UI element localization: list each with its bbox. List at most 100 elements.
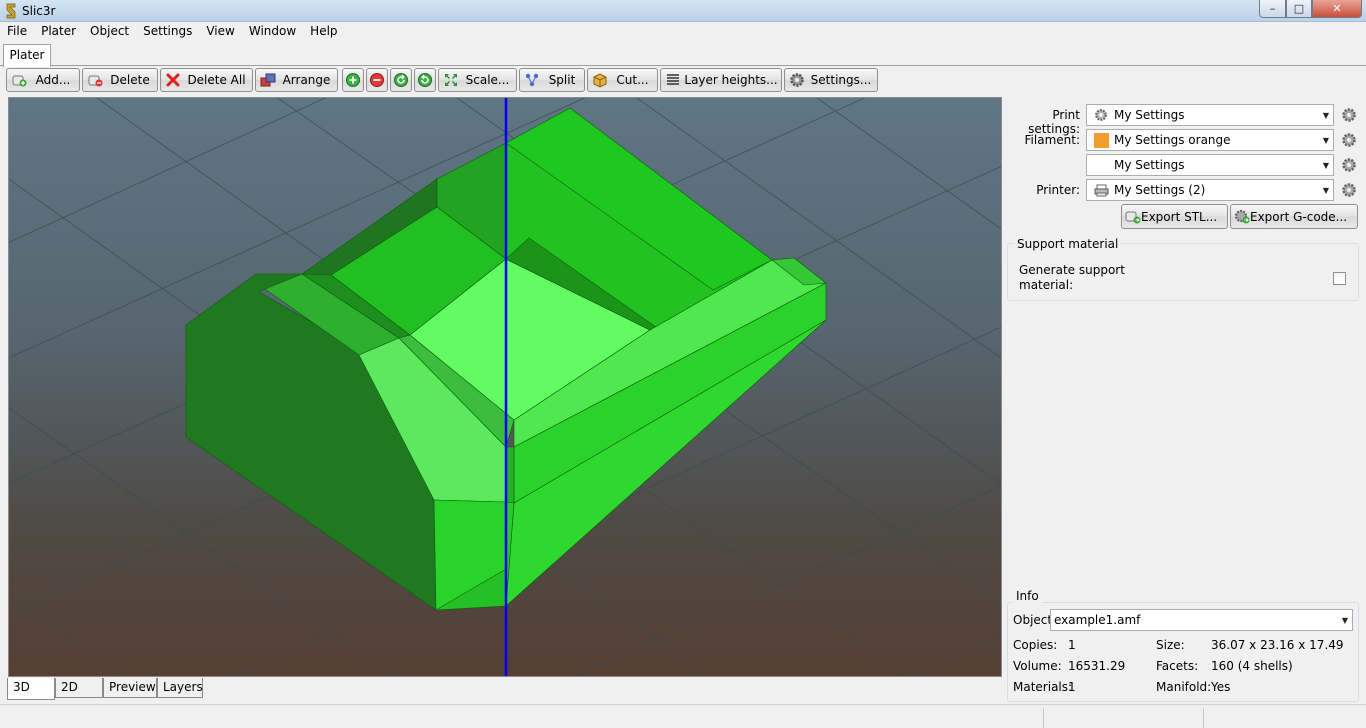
arrange-icon xyxy=(260,72,276,88)
scale-arrows-icon xyxy=(443,72,459,88)
delete-label: Delete xyxy=(110,73,150,87)
rotate-left-icon xyxy=(394,73,408,87)
rotate-ccw-button[interactable] xyxy=(390,68,412,92)
object-settings-label: Settings... xyxy=(810,73,872,87)
cross-icon xyxy=(165,72,181,88)
export-stl-button[interactable]: Export STL... xyxy=(1121,204,1228,229)
filament-color-swatch xyxy=(1093,132,1109,148)
split-button[interactable]: Split xyxy=(519,68,585,92)
view-tabs: 3D 2D Preview Layers xyxy=(7,678,203,700)
rotate-right-icon xyxy=(418,73,432,87)
menu-window[interactable]: Window xyxy=(242,22,303,42)
size-value: 36.07 x 23.16 x 17.49 xyxy=(1211,638,1344,652)
menu-plater[interactable]: Plater xyxy=(34,22,83,42)
generate-support-checkbox[interactable] xyxy=(1333,272,1346,285)
scale-button[interactable]: Scale... xyxy=(438,68,517,92)
generate-support-label-line1: Generate support xyxy=(1019,263,1125,277)
manifold-label: Manifold: xyxy=(1156,680,1212,694)
export-gcode-button[interactable]: Export G-code... xyxy=(1230,204,1358,229)
chevron-down-icon: ▼ xyxy=(1322,160,1330,170)
cut-button[interactable]: Cut... xyxy=(587,68,658,92)
layer-heights-button[interactable]: Layer heights... xyxy=(660,68,782,92)
materials-value: 1 xyxy=(1068,680,1076,694)
object-value: example1.amf xyxy=(1054,613,1141,627)
delete-button[interactable]: Delete xyxy=(82,68,158,92)
tab-2d[interactable]: 2D xyxy=(55,678,103,698)
export-gcode-label: Export G-code... xyxy=(1250,209,1348,224)
filament-2-value: My Settings xyxy=(1114,158,1185,172)
minimize-button[interactable]: – xyxy=(1259,0,1286,18)
window-title: Slic3r xyxy=(22,4,56,18)
print-settings-label: Print settings: xyxy=(1028,108,1080,136)
materials-label: Materials: xyxy=(1013,680,1073,694)
tab-preview[interactable]: Preview xyxy=(103,678,157,698)
layer-heights-label: Layer heights... xyxy=(684,73,778,87)
status-separator xyxy=(1043,708,1044,728)
filament-2-select[interactable]: My Settings ▼ xyxy=(1086,154,1334,176)
arrange-label: Arrange xyxy=(282,73,331,87)
filament-gear-icon[interactable] xyxy=(1341,132,1357,148)
facets-value: 160 (4 shells) xyxy=(1211,659,1293,673)
menu-view[interactable]: View xyxy=(199,22,241,42)
menu-settings[interactable]: Settings xyxy=(136,22,199,42)
size-label: Size: xyxy=(1156,638,1185,652)
printer-icon xyxy=(1093,182,1109,198)
tab-layers[interactable]: Layers xyxy=(157,678,203,698)
close-button[interactable]: ✕ xyxy=(1312,0,1362,18)
layers-list-icon xyxy=(665,72,681,88)
tab-3d[interactable]: 3D xyxy=(7,678,55,700)
printer-gear-icon[interactable] xyxy=(1341,182,1357,198)
add-button[interactable]: Add... xyxy=(6,68,80,92)
manifold-value: Yes xyxy=(1211,680,1231,694)
printer-label: Printer: xyxy=(1036,183,1080,197)
menu-file[interactable]: File xyxy=(0,22,34,42)
3d-scene xyxy=(9,98,1001,676)
3d-viewport[interactable] xyxy=(8,97,1002,677)
plus-icon xyxy=(346,73,360,87)
printer-select[interactable]: My Settings (2) ▼ xyxy=(1086,179,1334,201)
print-settings-value: My Settings xyxy=(1114,108,1185,122)
support-material-title: Support material xyxy=(1014,237,1122,251)
tab-plater[interactable]: Plater xyxy=(3,44,51,67)
chevron-down-icon: ▼ xyxy=(1341,615,1349,625)
title-bar: Slic3r – □ ✕ xyxy=(0,0,1366,22)
rotate-cw-button[interactable] xyxy=(414,68,436,92)
gear-icon xyxy=(1093,107,1109,123)
filament-value: My Settings orange xyxy=(1114,133,1231,147)
minus-icon xyxy=(370,73,384,87)
split-label: Split xyxy=(548,73,576,87)
delete-all-button[interactable]: Delete All xyxy=(160,68,253,92)
status-separator xyxy=(1203,708,1204,728)
add-label: Add... xyxy=(35,73,71,87)
arrange-button[interactable]: Arrange xyxy=(255,68,338,92)
object-select[interactable]: example1.amf ▼ xyxy=(1050,609,1353,631)
add-brick-icon xyxy=(11,72,27,88)
object-settings-button[interactable]: Settings... xyxy=(784,68,878,92)
maximize-button[interactable]: □ xyxy=(1286,0,1312,18)
increase-copies-button[interactable] xyxy=(342,68,364,92)
menu-help[interactable]: Help xyxy=(303,22,344,42)
cut-label: Cut... xyxy=(616,73,649,87)
right-panel: Print settings: My Settings ▼ Filament: … xyxy=(1004,97,1366,703)
decrease-copies-button[interactable] xyxy=(366,68,388,92)
printer-value: My Settings (2) xyxy=(1114,183,1206,197)
print-settings-select[interactable]: My Settings ▼ xyxy=(1086,104,1334,126)
chevron-down-icon: ▼ xyxy=(1322,135,1330,145)
delete-brick-icon xyxy=(87,72,103,88)
copies-label: Copies: xyxy=(1013,638,1058,652)
chevron-down-icon: ▼ xyxy=(1322,110,1330,120)
chevron-down-icon: ▼ xyxy=(1322,185,1330,195)
filament-2-gear-icon[interactable] xyxy=(1341,157,1357,173)
generate-support-label-line2: material: xyxy=(1019,278,1074,292)
plater-toolbar: Add... Delete Delete All Arrange Scale..… xyxy=(0,67,1366,94)
package-icon xyxy=(592,72,608,88)
filament-2-blank-swatch xyxy=(1093,157,1109,173)
split-shape-icon xyxy=(524,72,540,88)
slic3r-logo-icon xyxy=(6,3,16,19)
scale-label: Scale... xyxy=(465,73,510,87)
filament-label: Filament: xyxy=(1024,133,1080,147)
menu-object[interactable]: Object xyxy=(83,22,136,42)
filament-select[interactable]: My Settings orange ▼ xyxy=(1086,129,1334,151)
export-gcode-icon xyxy=(1234,209,1250,223)
print-settings-gear-icon[interactable] xyxy=(1341,107,1357,123)
